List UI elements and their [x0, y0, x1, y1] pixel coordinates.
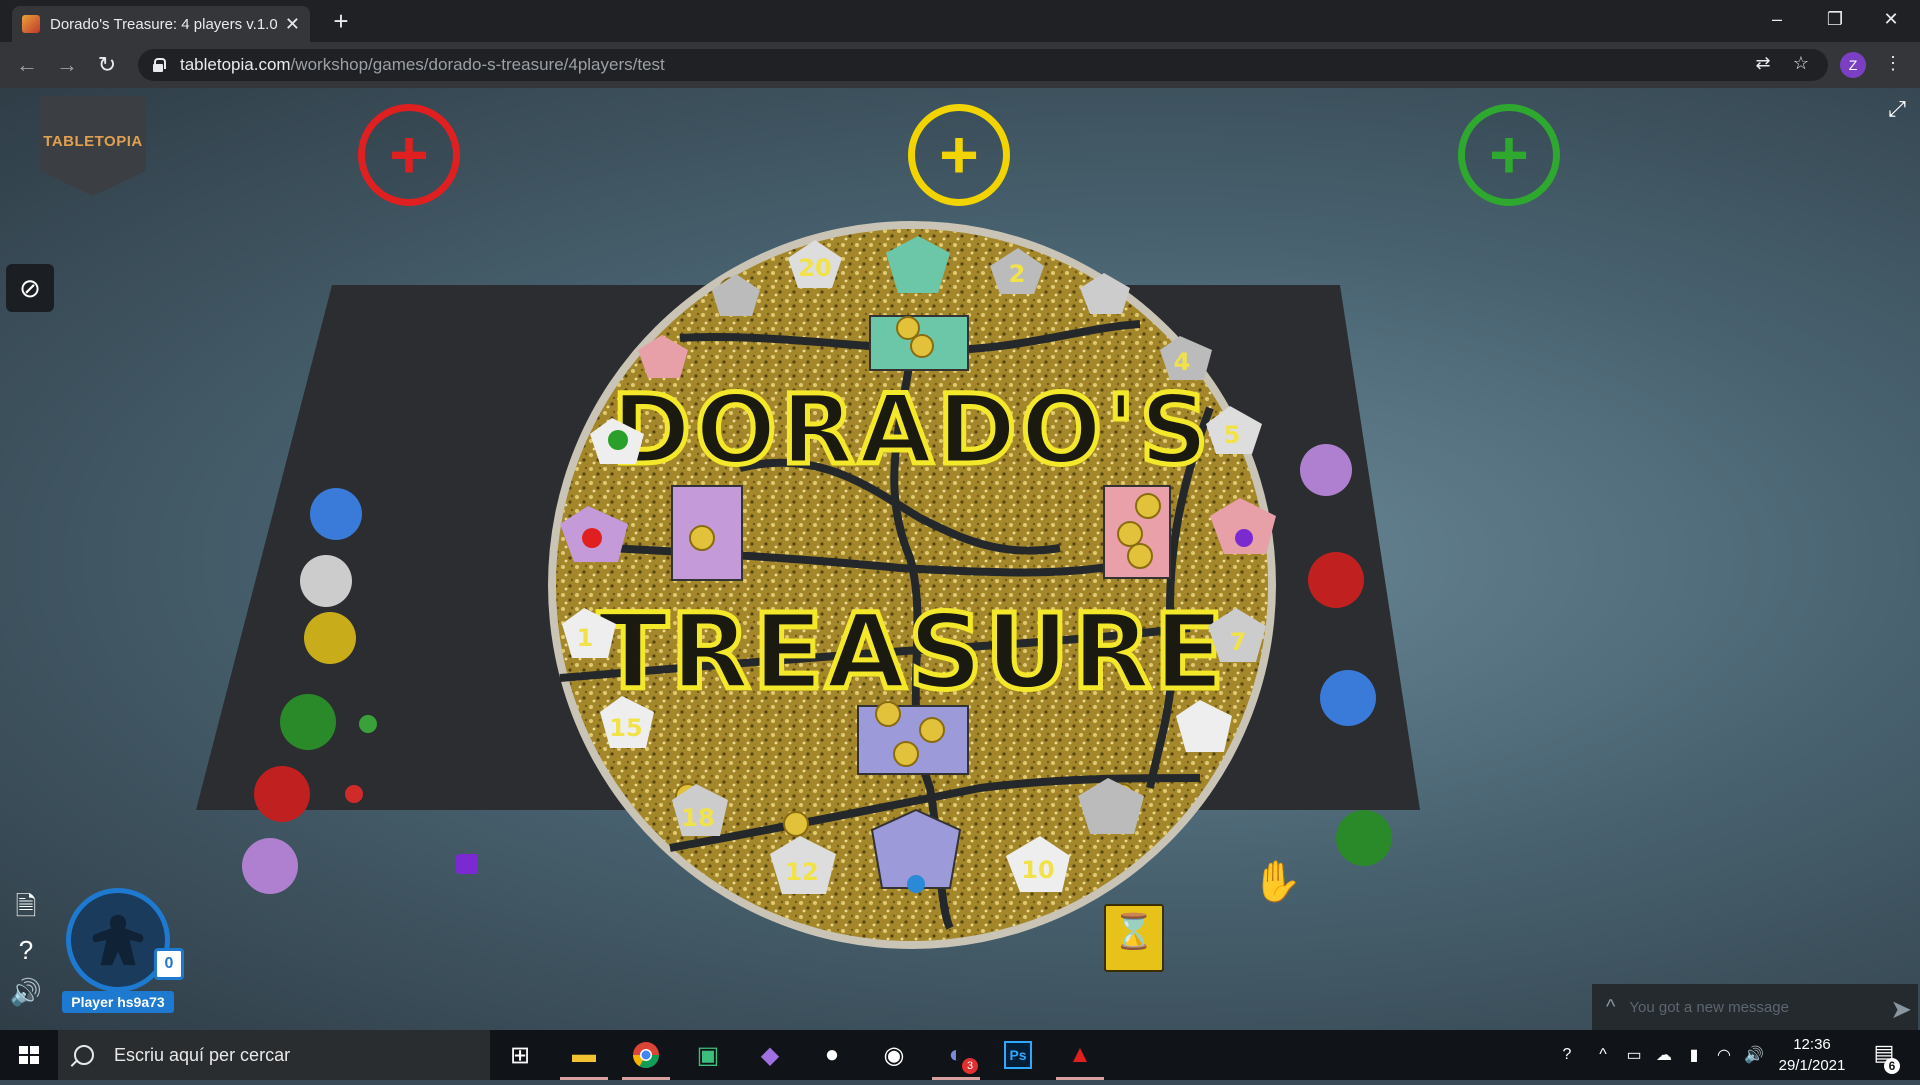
browser-tab-bar: Dorado's Treasure: 4 players v.1.0 ✕ + –…	[0, 0, 1920, 42]
restore-button[interactable]: ❐	[1806, 0, 1864, 38]
close-window-button[interactable]: ✕	[1862, 0, 1920, 38]
space-number: 12	[785, 858, 818, 886]
add-green-player-button[interactable]: +	[1458, 104, 1560, 206]
space-number: 1	[577, 624, 594, 652]
sound-icon[interactable]: 🔊	[8, 974, 44, 1010]
windows-start-icon[interactable]	[0, 1030, 58, 1080]
url-domain: tabletopia.com	[180, 55, 291, 74]
photoshop-icon[interactable]: Ps	[990, 1030, 1046, 1080]
game-viewport[interactable]: DORADO'S TREASURE 20 2 4 5 7 1 15 18 10 …	[0, 88, 1920, 1030]
notifications-icon[interactable]: ▤ 6	[1866, 1040, 1902, 1074]
wifi-icon[interactable]: ◠	[1710, 1030, 1738, 1080]
battery-icon[interactable]: ▮	[1680, 1030, 1708, 1080]
player-score-badge: 0	[154, 948, 184, 980]
clock-date: 29/1/2021	[1778, 1057, 1846, 1074]
help-tray-icon[interactable]: ?	[1552, 1030, 1582, 1080]
back-arrow-icon[interactable]: ←	[12, 50, 42, 80]
github-icon[interactable]: ●	[804, 1030, 860, 1080]
chat-box[interactable]: ^ You got a new message ➤	[1592, 984, 1918, 1030]
app-icon[interactable]: ▣	[680, 1030, 736, 1080]
lock-icon	[152, 58, 166, 72]
discord-icon[interactable]: ◐ 3	[928, 1030, 984, 1080]
browser-tab[interactable]: Dorado's Treasure: 4 players v.1.0 ✕	[12, 6, 310, 42]
chevron-up-icon[interactable]: ^	[1606, 996, 1615, 1019]
space-number: 20	[798, 254, 831, 282]
browser-toolbar: ← → ↻ tabletopia.com/workshop/games/dora…	[0, 42, 1920, 88]
space-number: 7	[1230, 628, 1247, 656]
forward-arrow-icon[interactable]: →	[52, 50, 82, 80]
bookmark-star-icon[interactable]: ☆	[1788, 53, 1814, 74]
player-name: Player hs9a73	[62, 991, 174, 1013]
more-menu-icon[interactable]: ⋮	[1880, 53, 1906, 74]
acrobat-icon[interactable]: ▲	[1052, 1030, 1108, 1080]
search-placeholder: Escriu aquí per cercar	[114, 1044, 291, 1065]
volume-icon[interactable]: 🔊	[1740, 1030, 1768, 1080]
chrome-icon[interactable]	[618, 1030, 674, 1080]
windows-taskbar: Escriu aquí per cercar ⊞ ▬ ▣ ◆ ● ◉ ◐ 3 Ps…	[0, 1030, 1920, 1080]
board-title-1: DORADO'S	[611, 374, 1212, 486]
taskbar-search[interactable]: Escriu aquí per cercar	[58, 1030, 490, 1080]
visual-studio-icon[interactable]: ◆	[742, 1030, 798, 1080]
add-red-player-button[interactable]: +	[358, 104, 460, 206]
steam-icon[interactable]: ◉	[866, 1030, 922, 1080]
logo-text: TABLETOPIA	[43, 132, 143, 150]
clock[interactable]: 12:36 29/1/2021	[1770, 1034, 1854, 1076]
tray-chevron-icon[interactable]: ^	[1590, 1030, 1616, 1080]
fullscreen-icon[interactable]: ⤢	[1884, 96, 1910, 122]
discord-badge: 3	[962, 1058, 978, 1074]
search-icon	[74, 1045, 94, 1065]
rules-document-icon[interactable]: 🗎	[8, 888, 44, 924]
send-icon[interactable]: ➤	[1890, 994, 1912, 1025]
clock-time: 12:36	[1793, 1036, 1831, 1053]
space-number: 10	[1021, 856, 1054, 884]
translate-icon[interactable]: ⇄	[1750, 53, 1776, 74]
help-icon[interactable]: ?	[8, 932, 44, 968]
url-path: /workshop/games/dorado-s-treasure/4playe…	[290, 55, 665, 74]
board-title-2: TREASURE	[597, 591, 1226, 713]
onedrive-icon[interactable]: ☁	[1650, 1030, 1678, 1080]
profile-avatar[interactable]: Z	[1840, 52, 1866, 78]
tabletopia-favicon-icon	[22, 15, 40, 33]
task-view-icon[interactable]: ⊞	[492, 1030, 548, 1080]
add-yellow-player-button[interactable]: +	[908, 104, 1010, 206]
chat-message: You got a new message	[1629, 998, 1789, 1016]
minimize-button[interactable]: –	[1748, 0, 1806, 38]
file-explorer-icon[interactable]: ▬	[556, 1030, 612, 1080]
tab-title: Dorado's Treasure: 4 players v.1.0	[50, 15, 277, 33]
meet-now-icon[interactable]: ▭	[1620, 1030, 1648, 1080]
hourglass-timer-icon[interactable]: ⌛	[1104, 904, 1164, 972]
space-number: 4	[1174, 348, 1191, 376]
tab-close-icon[interactable]: ✕	[285, 14, 300, 35]
space-number: 15	[609, 714, 642, 742]
address-bar[interactable]: tabletopia.com/workshop/games/dorado-s-t…	[138, 49, 1828, 81]
space-number: 18	[681, 804, 714, 832]
new-tab-button[interactable]: +	[325, 6, 357, 36]
pointer-hand-icon: ✋	[1252, 860, 1302, 904]
space-number: 5	[1224, 421, 1241, 449]
notification-count: 6	[1884, 1058, 1900, 1074]
space-number: 2	[1009, 260, 1026, 288]
game-table: DORADO'S TREASURE 20 2 4 5 7 1 15 18 10 …	[196, 221, 1420, 949]
meeple-icon	[92, 914, 144, 966]
hide-eye-icon[interactable]: ⊘	[6, 264, 54, 312]
reload-icon[interactable]: ↻	[92, 50, 122, 80]
